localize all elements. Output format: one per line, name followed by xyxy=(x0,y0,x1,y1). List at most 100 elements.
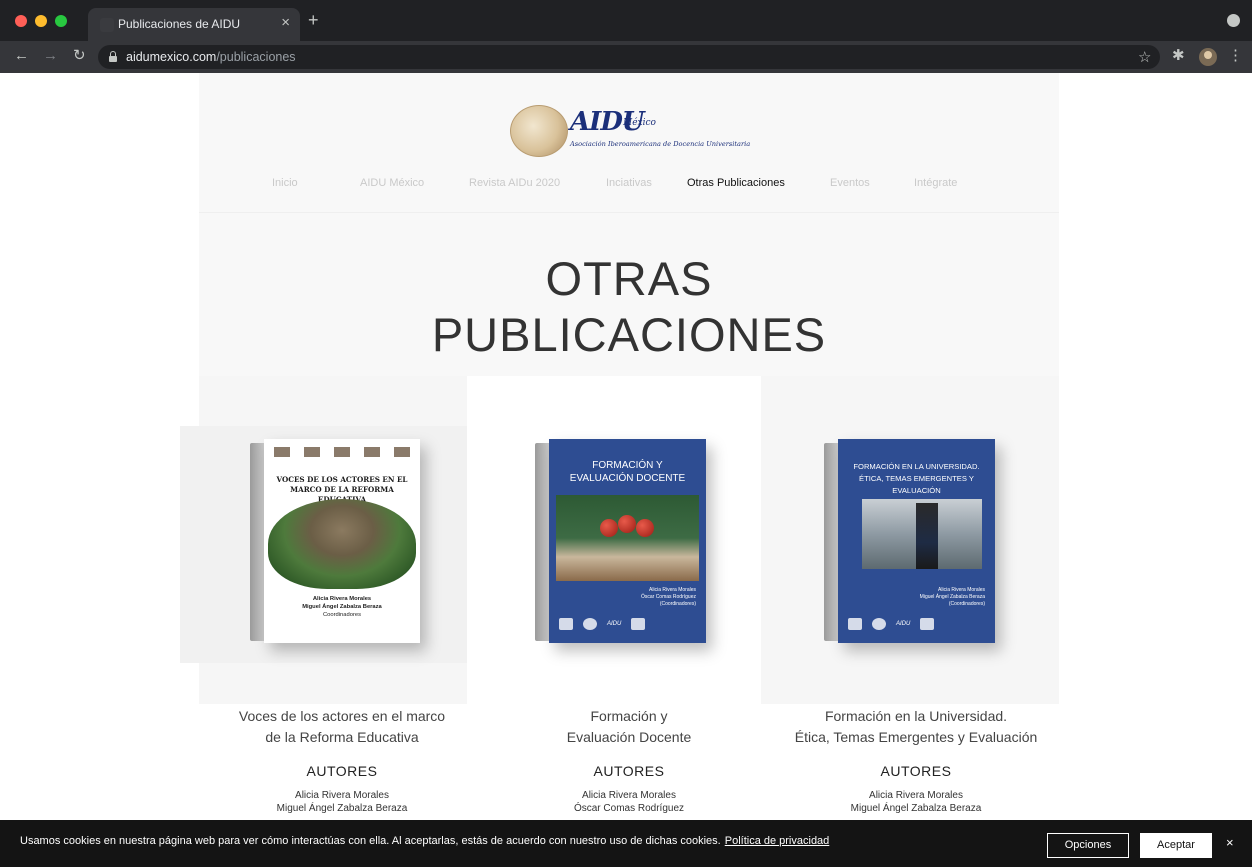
cover-authors: Alicia Rivera Morales Miguel Ángel Zabal… xyxy=(264,595,420,619)
cover-title-line: FORMACIÓN EN LA UNIVERSIDAD. xyxy=(853,462,980,471)
apples-photo xyxy=(556,495,699,581)
site-logo[interactable]: AIDU México Asociación Iberoamericana de… xyxy=(510,103,770,163)
logo-icon xyxy=(364,447,380,457)
authors-heading: AUTORES xyxy=(880,763,952,779)
cookie-message-text: Usamos cookies en nuestra página web par… xyxy=(20,835,721,847)
logo-icon xyxy=(394,447,410,457)
cover-coordinators: (Coordinadores) xyxy=(948,601,985,607)
minimize-window-button[interactable] xyxy=(35,15,47,27)
publication-title-line: Voces de los actores en el marco xyxy=(238,708,446,724)
cover-logos: AIDU xyxy=(848,617,948,631)
new-tab-button[interactable]: + xyxy=(308,11,319,29)
forward-arrow-icon[interactable]: → xyxy=(43,47,58,65)
nav-item-aidu-mexico[interactable]: AIDU México xyxy=(360,177,424,189)
cover-authors: Alicia Rivera Morales Óscar Comas Rodríg… xyxy=(596,587,696,608)
author-name: Óscar Comas Rodríguez xyxy=(573,803,685,814)
puzzle-icon[interactable]: ✱ xyxy=(1172,47,1185,65)
kebab-menu-icon[interactable]: ⋮ xyxy=(1228,47,1243,65)
globe-icon xyxy=(872,618,886,630)
publication-title-line: Formación en la Universidad. xyxy=(824,708,1008,724)
nav-item-integrate[interactable]: Intégrate xyxy=(914,177,957,189)
publication-title-line: Ética, Temas Emergentes y Evaluación xyxy=(794,729,1038,745)
cookie-banner: Usamos cookies en nuestra página web par… xyxy=(0,820,1252,867)
apple-icon xyxy=(600,519,618,537)
globe-icon xyxy=(583,618,597,630)
logo-icon xyxy=(848,618,862,630)
nav-item-revista[interactable]: Revista AIDu 2020 xyxy=(469,177,560,189)
nav-item-iniciativas[interactable]: Inciativas xyxy=(606,177,652,189)
reload-icon[interactable]: ↻ xyxy=(73,47,86,65)
close-icon[interactable]: × xyxy=(1226,835,1234,850)
browser-toolbar: ← → ↻ aidumexico.com/publicaciones ☆ ✱ ⋮ xyxy=(0,41,1252,73)
publication-title[interactable]: Formación en la Universidad. Ética, Tema… xyxy=(773,706,1059,748)
globe-icon xyxy=(510,105,568,157)
cookie-options-button[interactable]: Opciones xyxy=(1047,833,1129,858)
back-arrow-icon[interactable]: ← xyxy=(14,47,29,65)
cover-title: FORMACIÓN EN LA UNIVERSIDAD. ÉTICA, TEMA… xyxy=(838,461,995,497)
maximize-window-button[interactable] xyxy=(55,15,67,27)
cover-title-line: EVALUACIÓN DOCENTE xyxy=(569,473,686,484)
author-name: Alicia Rivera Morales xyxy=(295,790,389,801)
lock-icon[interactable] xyxy=(108,50,118,62)
book-cover-voces[interactable]: VOCES DE LOS ACTORES EN EL MARCO DE LA R… xyxy=(250,439,420,643)
logo-subtitle: Asociación Iberoamericana de Docencia Un… xyxy=(570,140,751,148)
author-name: Alicia Rivera Morales xyxy=(869,790,963,801)
nav-item-otras-publicaciones[interactable]: Otras Publicaciones xyxy=(687,177,785,189)
avatar[interactable] xyxy=(1199,48,1217,66)
publication-title-line: Evaluación Docente xyxy=(566,729,692,745)
publication-title-line: Formación y xyxy=(590,708,668,724)
privacy-policy-link[interactable]: Política de privacidad xyxy=(725,835,830,847)
tab-title: Publicaciones de AIDU xyxy=(118,17,241,31)
publication-title-line: de la Reforma Educativa xyxy=(265,729,419,745)
address-bar[interactable]: aidumexico.com/publicaciones ☆ xyxy=(98,45,1160,69)
book-cover-formacion-evaluacion[interactable]: FORMACIÓN Y EVALUACIÓN DOCENTE Alicia Ri… xyxy=(535,439,706,643)
author-name: Alicia Rivera Morales xyxy=(582,790,676,801)
authors-list: Alicia Rivera Morales Óscar Comas Rodríg… xyxy=(486,789,772,815)
browser-tab-bar: Publicaciones de AIDU × + xyxy=(0,0,1252,41)
close-window-button[interactable] xyxy=(15,15,27,27)
star-icon[interactable]: ☆ xyxy=(1138,48,1151,66)
authors-list: Alicia Rivera Morales Miguel Ángel Zabal… xyxy=(199,789,485,815)
logo-icon xyxy=(334,447,350,457)
cover-author: Alicia Rivera Morales xyxy=(938,587,985,593)
apple-icon xyxy=(618,515,636,533)
publication-title[interactable]: Formación y Evaluación Docente xyxy=(486,706,772,748)
authors-list: Alicia Rivera Morales Miguel Ángel Zabal… xyxy=(773,789,1059,815)
url-path: /publicaciones xyxy=(216,50,296,64)
cover-title-line: FORMACIÓN Y xyxy=(592,460,663,471)
cover-coordinators: (Coordinadores) xyxy=(659,601,696,607)
url-host: aidumexico.com xyxy=(126,50,217,64)
cover-author: Óscar Comas Rodríguez xyxy=(640,594,696,600)
authors-heading: AUTORES xyxy=(306,763,378,779)
cookie-accept-button[interactable]: Aceptar xyxy=(1140,833,1212,858)
publication-title[interactable]: Voces de los actores en el marco de la R… xyxy=(199,706,485,748)
cover-author: Miguel Ángel Zabalza Beraza xyxy=(919,594,985,600)
favicon-icon xyxy=(100,18,114,32)
cover-logo-text: AIDU xyxy=(607,621,622,627)
browser-tab[interactable]: Publicaciones de AIDU × xyxy=(88,8,300,41)
logo-icon xyxy=(559,618,573,630)
cover-coordinators: Coordinadores xyxy=(322,612,362,618)
page-title-line2: PUBLICACIONES xyxy=(431,308,827,361)
logo-country: México xyxy=(623,118,656,128)
cookie-message: Usamos cookies en nuestra página web par… xyxy=(20,835,829,847)
profile-indicator-icon[interactable] xyxy=(1227,14,1240,27)
author-name: Miguel Ángel Zabalza Beraza xyxy=(276,803,408,814)
person-photo xyxy=(862,499,982,569)
cover-authors: Alicia Rivera Morales Miguel Ángel Zabal… xyxy=(885,587,985,608)
main-navigation: Inicio AIDU México Revista AIDu 2020 Inc… xyxy=(199,177,1059,197)
authors-heading: AUTORES xyxy=(593,763,665,779)
tab-close-icon[interactable]: × xyxy=(281,14,290,31)
nav-item-eventos[interactable]: Eventos xyxy=(830,177,870,189)
page-title-line1: OTRAS xyxy=(545,252,713,305)
book-cover-formacion-universidad[interactable]: FORMACIÓN EN LA UNIVERSIDAD. ÉTICA, TEMA… xyxy=(824,439,995,643)
url-text[interactable]: aidumexico.com/publicaciones xyxy=(126,50,296,64)
cover-author: Alicia Rivera Morales xyxy=(649,587,696,593)
logo-icon xyxy=(631,618,646,630)
page-title: OTRAS PUBLICACIONES xyxy=(199,251,1059,363)
logo-icon xyxy=(274,447,290,457)
nav-item-inicio[interactable]: Inicio xyxy=(272,177,298,189)
logo-icon xyxy=(304,447,320,457)
cover-title: FORMACIÓN Y EVALUACIÓN DOCENTE xyxy=(549,459,706,485)
author-name: Miguel Ángel Zabalza Beraza xyxy=(850,803,982,814)
